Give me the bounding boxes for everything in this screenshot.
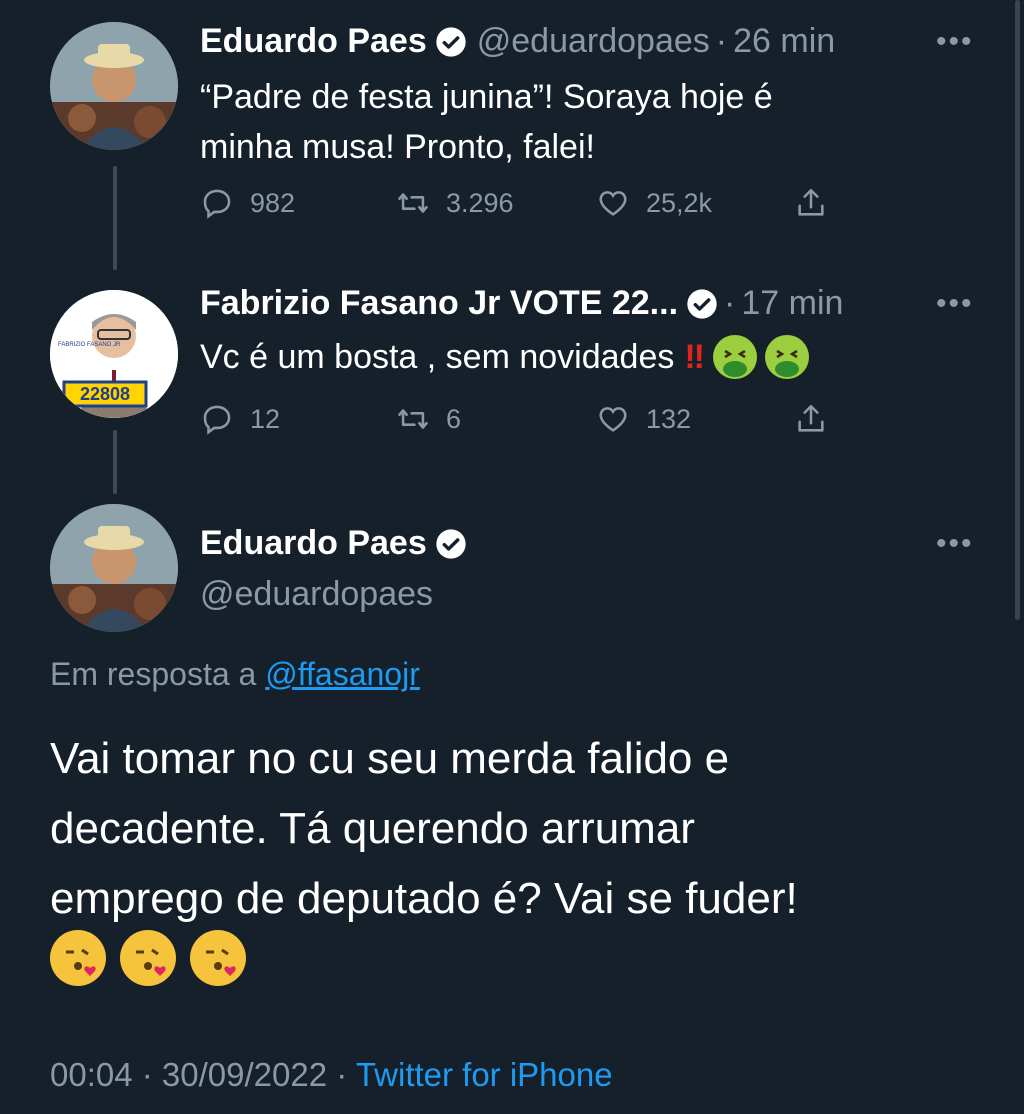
double-exclamation-icon: ‼ xyxy=(684,338,705,376)
tweet-text: “Padre de festa junina”! Soraya hoje é m… xyxy=(200,72,773,172)
avatar[interactable] xyxy=(50,22,178,150)
author-handle[interactable]: @eduardopaes xyxy=(477,22,710,61)
share-button[interactable] xyxy=(794,186,828,220)
share-button[interactable] xyxy=(794,402,828,436)
reply-icon xyxy=(203,189,231,219)
tweet-text: Vc é um bosta , sem novidades ‼ xyxy=(200,332,809,382)
separator-dot: · xyxy=(715,22,728,60)
author-name[interactable]: Eduardo Paes xyxy=(200,22,427,61)
avatar-number: 22808 xyxy=(80,384,130,404)
author-name[interactable]: Fabrizio Fasano Jr VOTE 22... xyxy=(200,284,678,323)
avatar[interactable]: FABRIZIO FASANO JR 22808 xyxy=(50,290,178,418)
tweet-text-line: decadente. Tá querendo arrumar xyxy=(50,804,695,853)
source-link[interactable]: Twitter for iPhone xyxy=(356,1056,613,1093)
like-button[interactable]: 132 xyxy=(596,402,794,436)
author-name[interactable]: Eduardo Paes xyxy=(200,524,427,563)
thread-line xyxy=(113,166,117,270)
reply-button[interactable]: 982 xyxy=(200,186,396,220)
thread-line xyxy=(113,430,117,494)
tweet-time[interactable]: 17 min xyxy=(741,284,843,323)
like-button[interactable]: 25,2k xyxy=(596,186,794,220)
retweet-count: 3.296 xyxy=(446,187,514,218)
tweet-header: Eduardo Paes xyxy=(200,524,467,563)
more-options-icon[interactable]: ••• xyxy=(936,27,976,57)
reply-button[interactable]: 12 xyxy=(200,402,396,436)
avatar[interactable] xyxy=(50,504,178,632)
like-count: 25,2k xyxy=(646,187,713,218)
tweet-text-line: emprego de deputado é? Vai se fuder! xyxy=(50,874,798,923)
retweet-icon xyxy=(398,193,428,213)
heart-icon xyxy=(599,407,627,432)
tweet-actions: 12 6 132 xyxy=(200,402,828,436)
heart-icon xyxy=(599,191,627,216)
vomiting-face-icon xyxy=(764,335,809,379)
share-icon xyxy=(798,404,824,432)
tweet-header: Eduardo Paes @eduardopaes · 26 min xyxy=(200,22,835,61)
tweet-header: Fabrizio Fasano Jr VOTE 22... · 17 min xyxy=(200,284,843,323)
reply-context: Em resposta a @ffasanojr xyxy=(50,656,420,693)
tweet-actions: 982 3.296 25,2k xyxy=(200,186,828,220)
like-count: 132 xyxy=(646,403,692,434)
tweet-text: Vai tomar no cu seu merda falido e decad… xyxy=(50,724,990,934)
more-options-icon[interactable]: ••• xyxy=(936,529,976,559)
tweet-text-line: Vai tomar no cu seu merda falido e xyxy=(50,734,730,783)
share-icon xyxy=(798,188,824,216)
reply-count: 12 xyxy=(250,403,281,434)
more-options-icon[interactable]: ••• xyxy=(936,289,976,319)
tweet-text-line: Vc é um bosta , sem novidades xyxy=(200,338,675,376)
author-handle[interactable]: @eduardopaes xyxy=(200,575,433,614)
reply-count: 982 xyxy=(250,187,296,218)
emoji-row xyxy=(50,930,246,986)
timestamp[interactable]: 00:04 · 30/09/2022 · xyxy=(50,1056,356,1093)
tweet-2[interactable]: FABRIZIO FASANO JR 22808 Fabrizio Fasano… xyxy=(0,270,1024,500)
kissing-face-icon xyxy=(50,930,106,986)
tweet-1[interactable]: Eduardo Paes @eduardopaes · 26 min ••• “… xyxy=(0,0,1024,270)
tweet-text-line: “Padre de festa junina”! Soraya hoje é xyxy=(200,78,773,116)
retweet-button[interactable]: 3.296 xyxy=(396,186,596,220)
separator-dot: · xyxy=(724,284,736,322)
tweet-text-line: minha musa! Pronto, falei! xyxy=(200,128,595,166)
verified-badge-icon xyxy=(687,288,717,319)
verified-badge-icon xyxy=(436,26,466,57)
kissing-face-icon xyxy=(120,930,176,986)
kissing-face-icon xyxy=(190,930,246,986)
verified-badge-icon xyxy=(436,528,466,559)
retweet-button[interactable]: 6 xyxy=(396,402,596,436)
tweet-metadata: 00:04 · 30/09/2022 · Twitter for iPhone xyxy=(50,1056,613,1094)
avatar-caption: FABRIZIO FASANO JR xyxy=(58,342,121,348)
tweet-time[interactable]: 26 min xyxy=(733,22,835,61)
retweet-count: 6 xyxy=(446,403,462,434)
vomiting-face-icon xyxy=(712,335,757,379)
reply-prefix: Em resposta a xyxy=(50,656,257,692)
retweet-icon xyxy=(398,409,428,429)
reply-handle-link[interactable]: @ffasanojr xyxy=(265,656,420,692)
reply-icon xyxy=(203,405,231,435)
